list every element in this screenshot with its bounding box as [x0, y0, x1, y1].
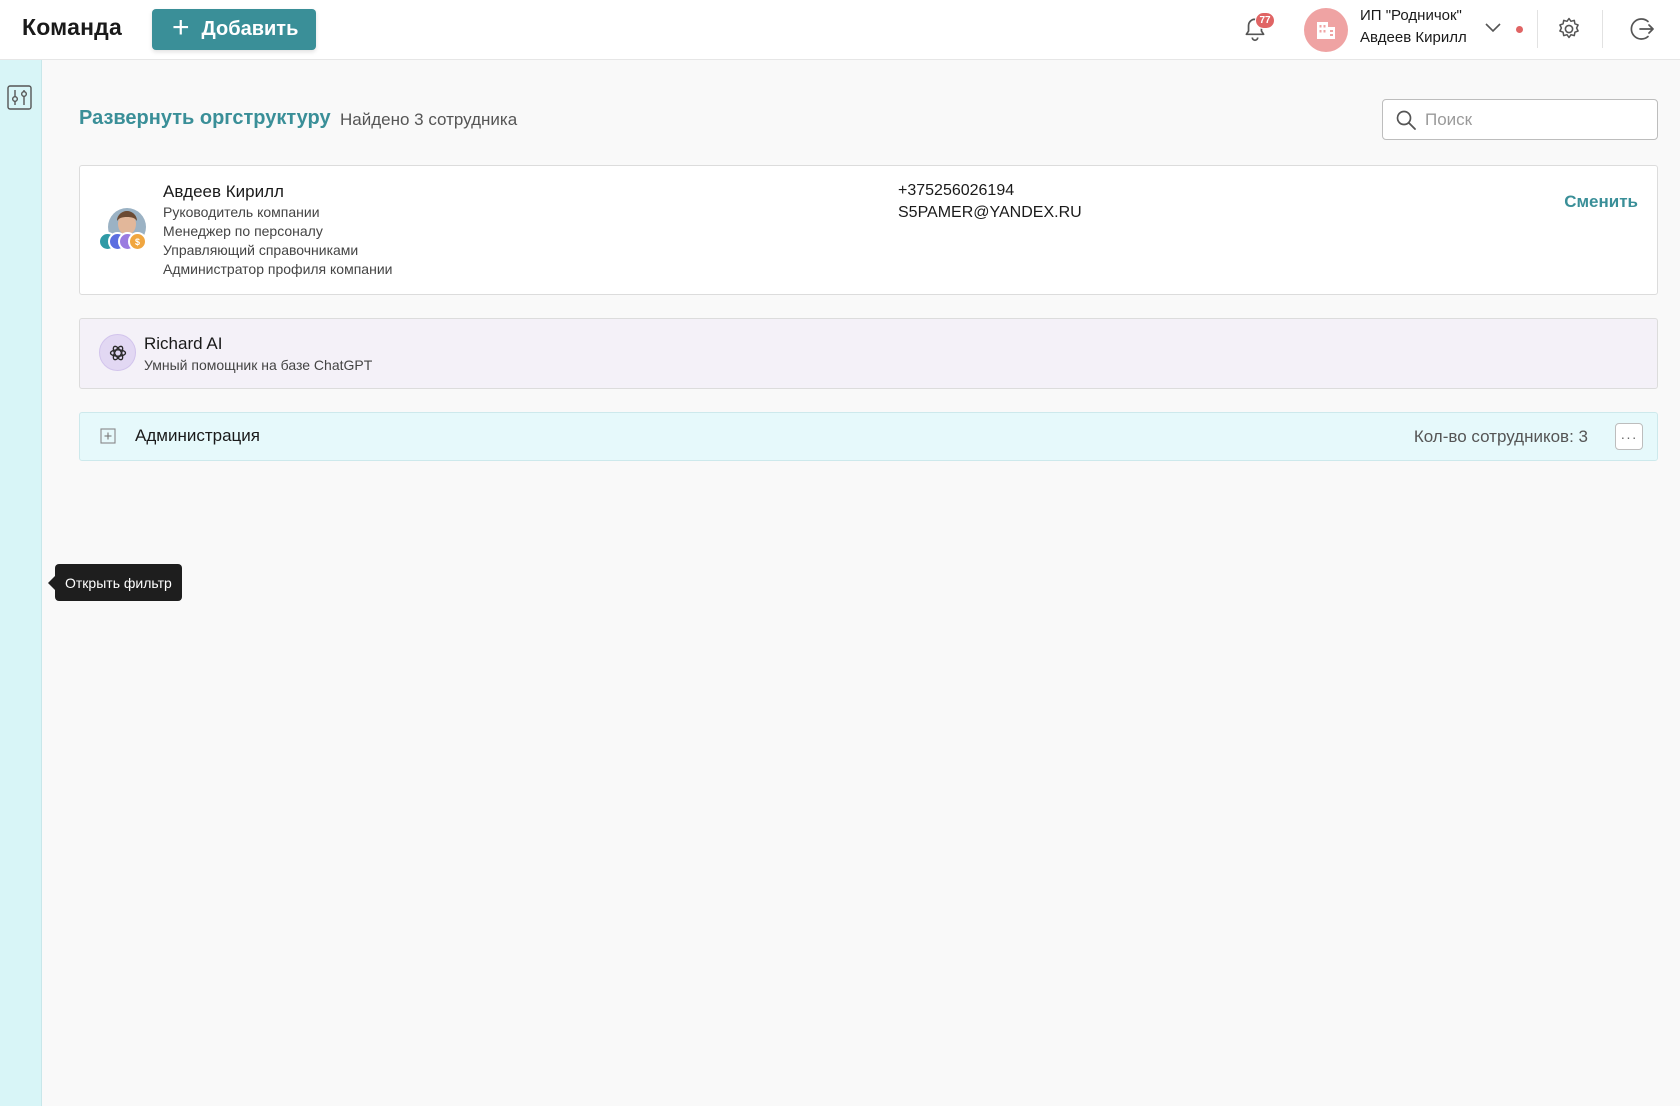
- gear-icon[interactable]: [1556, 16, 1582, 42]
- role-badges: $: [98, 232, 158, 252]
- add-button-label: Добавить: [201, 18, 299, 40]
- employee-role: Администратор профиля компании: [163, 261, 393, 277]
- found-count: Найдено 3 сотрудника: [340, 110, 518, 129]
- add-button[interactable]: + Добавить: [152, 9, 316, 50]
- search-input[interactable]: [1425, 109, 1645, 130]
- current-user-name: Авдеев Кирилл: [1360, 29, 1467, 46]
- divider: [1602, 10, 1603, 48]
- company-avatar[interactable]: [1304, 8, 1348, 52]
- top-bar: Команда + Добавить 77 ИП "Родничок" Авде…: [0, 0, 1680, 60]
- expand-orgstructure-link[interactable]: Развернуть оргструктуру: [79, 107, 331, 130]
- change-button[interactable]: Сменить: [1564, 192, 1638, 212]
- building-icon: [1317, 22, 1335, 39]
- department-employee-count: Кол-во сотрудников: 3: [1413, 427, 1588, 446]
- department-row[interactable]: Администрация Кол-во сотрудников: 3 ···: [79, 412, 1658, 461]
- employee-name: Авдеев Кирилл: [163, 182, 284, 201]
- search-box[interactable]: [1382, 99, 1658, 140]
- logout-icon[interactable]: [1628, 15, 1656, 43]
- company-name: ИП "Родничок": [1360, 7, 1462, 24]
- employee-card[interactable]: $ Авдеев Кирилл Руководитель компании Ме…: [79, 165, 1658, 295]
- status-dot: [1516, 26, 1523, 33]
- ai-assistant-description: Умный помощник на базе ChatGPT: [144, 357, 373, 373]
- expand-icon[interactable]: [100, 428, 116, 444]
- filter-tooltip: Открыть фильтр: [48, 564, 182, 601]
- employee-role: Менеджер по персоналу: [163, 223, 323, 239]
- employee-phone: +375256026194: [898, 182, 1015, 199]
- notification-badge: 77: [1255, 12, 1275, 29]
- plus-icon: +: [172, 11, 190, 44]
- employee-role: Руководитель компании: [163, 204, 320, 220]
- department-name: Администрация: [135, 426, 260, 445]
- ai-assistant-name: Richard AI: [144, 334, 223, 353]
- filter-sidebar: [0, 60, 42, 1106]
- search-icon: [1396, 110, 1416, 130]
- employee-email: S5PAMER@YANDEX.RU: [898, 204, 1082, 221]
- divider: [1537, 10, 1538, 48]
- role-badge: $: [128, 232, 147, 251]
- more-options-button[interactable]: ···: [1615, 423, 1643, 450]
- ai-assistant-card[interactable]: Richard AI Умный помощник на базе ChatGP…: [79, 318, 1658, 389]
- sliders-icon[interactable]: [7, 85, 32, 110]
- employee-role: Управляющий справочниками: [163, 242, 359, 258]
- chatgpt-icon: [99, 334, 136, 371]
- chevron-down-icon[interactable]: [1484, 20, 1502, 34]
- page-title: Команда: [22, 14, 122, 40]
